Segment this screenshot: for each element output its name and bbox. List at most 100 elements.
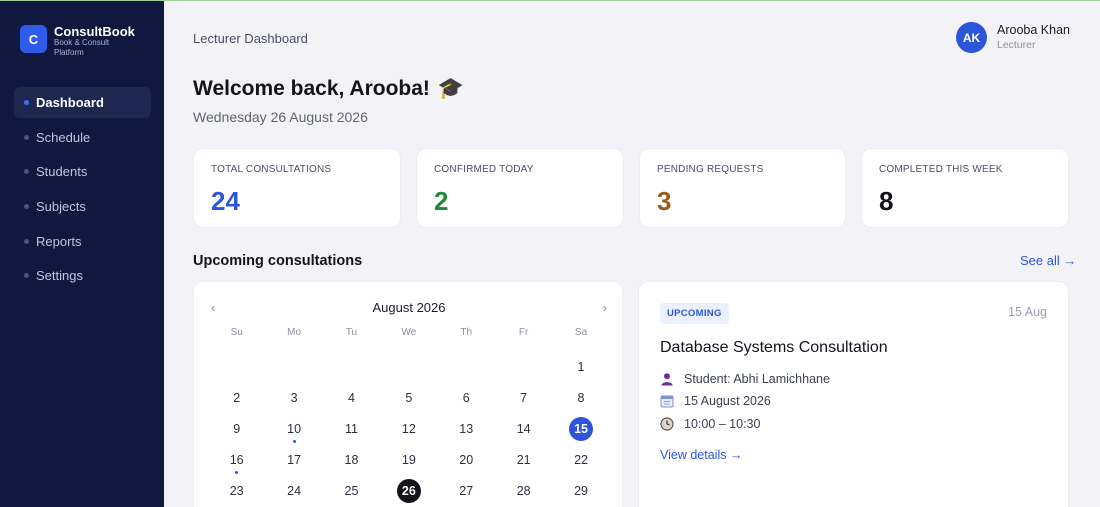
calendar-day-number: 8	[577, 390, 585, 405]
calendar-day[interactable]: 29	[552, 476, 609, 507]
calendar-day[interactable]: 16	[208, 445, 265, 476]
calendar-day-number: 5	[405, 390, 413, 405]
calendar-day[interactable]: 9	[208, 413, 265, 444]
chevron-left-icon[interactable]: ‹	[211, 300, 215, 315]
calendar-week: 23 24 25 26 27 28 29	[208, 476, 610, 507]
calendar-header: August 2026 ‹ ›	[194, 300, 624, 316]
calendar-day-number: 4	[347, 390, 355, 405]
calendar-day[interactable]: 23	[208, 476, 265, 507]
calendar-day[interactable]: 12	[380, 413, 437, 444]
sidebar-item-label: Reports	[36, 233, 82, 249]
top-border-line	[0, 0, 1100, 1]
calendar-day[interactable]: 4	[323, 382, 380, 413]
calendar-empty-cell	[323, 351, 380, 382]
stat-label: TOTAL CONSULTATIONS	[211, 164, 332, 175]
brand-logo-icon: C	[20, 25, 47, 53]
calendar-day[interactable]: 14	[495, 413, 552, 444]
sidebar-item-subjects[interactable]: Subjects	[14, 191, 151, 222]
breadcrumb: Lecturer Dashboard	[193, 31, 308, 46]
consultation-short-date: 15 Aug	[1008, 305, 1047, 319]
calendar: August 2026 ‹ › Su Mo Tu We Th Fr Sa 123456789…	[193, 281, 623, 507]
calendar-day[interactable]: 2	[208, 382, 265, 413]
calendar-day[interactable]: 24	[265, 476, 322, 507]
calendar-day[interactable]: 15	[552, 413, 609, 444]
brand[interactable]: C ConsultBook Book & Consult Platform	[20, 25, 135, 58]
sidebar: C ConsultBook Book & Consult Platform Da…	[0, 0, 164, 507]
user-name: Arooba Khan	[997, 23, 1070, 37]
calendar-day-number: 24	[287, 484, 302, 499]
calendar-day[interactable]: 10	[265, 413, 322, 444]
stat-card-confirmed-today: CONFIRMED TODAY 2	[416, 148, 624, 228]
sidebar-item-reports[interactable]: Reports	[14, 226, 151, 257]
sidebar-item-students[interactable]: Students	[14, 156, 151, 187]
calendar-day[interactable]: 13	[438, 413, 495, 444]
stat-card-pending-requests: PENDING REQUESTS 3	[639, 148, 846, 228]
calendar-day[interactable]: 27	[438, 476, 495, 507]
sidebar-item-label: Dashboard	[36, 95, 104, 110]
stat-value: 24	[211, 186, 240, 216]
calendar-day[interactable]: 19	[380, 445, 437, 476]
calendar-empty-cell	[380, 351, 437, 382]
status-badge: UPCOMING	[660, 303, 729, 324]
chevron-right-icon[interactable]: ›	[603, 300, 607, 315]
calendar-day[interactable]: 8	[552, 382, 609, 413]
student-info: Student: Abhi Lamichhane	[660, 372, 830, 386]
calendar-day[interactable]: 28	[495, 476, 552, 507]
sidebar-item-label: Students	[36, 164, 88, 180]
calendar-day[interactable]: 5	[380, 382, 437, 413]
calendar-day-number: 19	[401, 453, 416, 468]
see-all-link[interactable]: See all →	[1020, 253, 1076, 268]
consultation-card: UPCOMING 15 Aug Database Systems Consult…	[638, 281, 1069, 507]
sidebar-item-settings[interactable]: Settings	[14, 260, 151, 291]
calendar-empty-cell	[265, 351, 322, 382]
user-menu[interactable]: AK Arooba Khan Lecturer	[956, 22, 1070, 53]
calendar-day[interactable]: 1	[552, 351, 609, 382]
stat-card-completed-this-week: COMPLETED THIS WEEK 8	[861, 148, 1069, 228]
bullet-icon	[24, 273, 29, 279]
calendar-day-number: 1	[577, 359, 585, 374]
calendar-day-number: 11	[344, 421, 358, 436]
calendar-grid: Su Mo Tu We Th Fr Sa 1 2 3 4 5 6 7 8 9 10 11 12 13 14 15 16 17…	[208, 327, 610, 507]
calendar-day-number: 21	[516, 453, 531, 468]
calendar-day[interactable]: 6	[438, 382, 495, 413]
sidebar-item-schedule[interactable]: Schedule	[14, 122, 151, 153]
consultation-time: 10:00 – 10:30	[684, 417, 761, 431]
calendar-day[interactable]: 7	[495, 382, 552, 413]
calendar-day-number: 27	[459, 484, 474, 499]
calendar-week: 9 10 11 12 13 14 15	[208, 413, 610, 444]
calendar-day-number: 6	[462, 390, 470, 405]
bullet-icon	[24, 100, 29, 105]
calendar-week: 2 3 4 5 6 7 8	[208, 382, 610, 413]
calendar-day[interactable]: 20	[438, 445, 495, 476]
calendar-week: 1	[208, 351, 610, 382]
user-meta: Arooba Khan Lecturer	[997, 23, 1070, 52]
stat-card-total-consultations: TOTAL CONSULTATIONS 24	[193, 148, 401, 228]
calendar-day-number: 17	[287, 453, 302, 468]
calendar-day-number: 15	[569, 416, 594, 441]
calendar-day-number: 29	[574, 484, 588, 499]
calendar-day-number: 23	[229, 484, 244, 499]
calendar-day-number: 28	[516, 484, 531, 499]
clock-icon	[660, 417, 674, 431]
calendar-day-number: 14	[516, 421, 531, 436]
weekday-label: Sa	[574, 327, 588, 338]
calendar-day[interactable]: 26	[380, 476, 437, 507]
calendar-day-number: 3	[290, 390, 298, 405]
calendar-day[interactable]: 18	[323, 445, 380, 476]
calendar-empty-cell	[495, 351, 552, 382]
sidebar-item-dashboard[interactable]: Dashboard	[14, 87, 151, 118]
sidebar-nav: Dashboard Schedule Students Subjects Rep…	[14, 87, 151, 295]
calendar-day[interactable]: 17	[265, 445, 322, 476]
date-info: 15 August 2026	[660, 394, 771, 408]
view-details-link[interactable]: View details →	[660, 448, 742, 462]
calendar-day[interactable]: 3	[265, 382, 322, 413]
weekday-label: Tu	[345, 327, 358, 338]
calendar-day[interactable]: 22	[552, 445, 609, 476]
calendar-day-number: 2	[233, 390, 241, 405]
brand-tagline: Book & Consult Platform	[54, 38, 110, 57]
calendar-day[interactable]: 11	[323, 413, 380, 444]
calendar-day[interactable]: 25	[323, 476, 380, 507]
calendar-day[interactable]: 21	[495, 445, 552, 476]
stat-label: COMPLETED THIS WEEK	[879, 164, 1003, 175]
stat-label: PENDING REQUESTS	[657, 164, 764, 175]
